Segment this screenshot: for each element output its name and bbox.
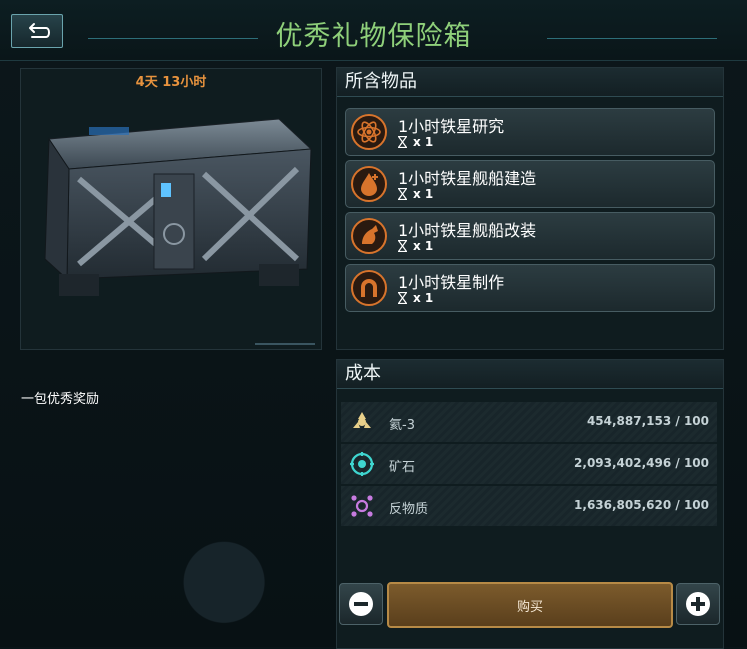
list-item[interactable]: 1小时铁星制作 x 1 bbox=[345, 264, 715, 312]
buy-button-label: 购买 bbox=[516, 599, 543, 615]
item-quantity: x 1 bbox=[398, 187, 433, 201]
antimatter-icon bbox=[351, 495, 373, 517]
cost-value: 454,887,153 / 100 bbox=[586, 414, 709, 428]
item-quantity: x 1 bbox=[398, 135, 433, 149]
decrease-quantity-button[interactable] bbox=[339, 583, 383, 625]
hourglass-icon bbox=[398, 188, 407, 200]
item-qty-text: x 1 bbox=[413, 291, 434, 305]
hourglass-icon bbox=[398, 136, 407, 148]
helium3-icon bbox=[353, 412, 371, 428]
item-quantity: x 1 bbox=[398, 291, 433, 305]
chest-preview-panel: 4天 13小时 bbox=[20, 68, 322, 350]
cost-value: 1,636,805,620 / 100 bbox=[574, 498, 709, 512]
ore-icon bbox=[350, 452, 374, 476]
item-quantity: x 1 bbox=[398, 239, 433, 253]
cost-title: 成本 bbox=[337, 360, 723, 389]
contained-items-panel: 所含物品 1小时铁星研究 x 1 1小时铁星舰船建造 x 1 1小时铁星舰船改装… bbox=[336, 67, 724, 350]
cost-row-helium3: 氦-3 454,887,153 / 100 bbox=[341, 402, 717, 442]
item-name: 1小时铁星研究 bbox=[398, 117, 505, 136]
cost-row-ore: 矿石 2,093,402,496 / 100 bbox=[341, 444, 717, 484]
cost-label: 反物质 bbox=[389, 502, 429, 517]
crafting-icon bbox=[351, 270, 387, 306]
item-qty-text: x 1 bbox=[413, 135, 434, 149]
ship-build-icon bbox=[351, 166, 387, 202]
reward-description: 一包优秀奖励 bbox=[21, 392, 100, 407]
cost-row-antimatter: 反物质 1,636,805,620 / 100 bbox=[341, 486, 717, 526]
panel-corner-deco bbox=[255, 335, 315, 345]
timer-label: 4天 13小时 bbox=[135, 75, 207, 90]
list-item[interactable]: 1小时铁星舰船改装 x 1 bbox=[345, 212, 715, 260]
item-qty-text: x 1 bbox=[413, 239, 434, 253]
item-qty-text: x 1 bbox=[413, 187, 434, 201]
title-bar: 优秀礼物保险箱 bbox=[0, 0, 747, 61]
item-name: 1小时铁星制作 bbox=[398, 273, 505, 292]
buy-button[interactable]: 购买 bbox=[387, 582, 673, 628]
cost-value: 2,093,402,496 / 100 bbox=[574, 456, 709, 470]
page-title: 优秀礼物保险箱 bbox=[275, 21, 472, 52]
hourglass-icon bbox=[398, 292, 407, 304]
chest-image bbox=[29, 99, 317, 313]
item-name: 1小时铁星舰船建造 bbox=[398, 169, 537, 188]
hourglass-icon bbox=[398, 240, 407, 252]
plus-icon bbox=[686, 592, 710, 616]
item-name: 1小时铁星舰船改装 bbox=[398, 221, 537, 240]
list-item[interactable]: 1小时铁星研究 x 1 bbox=[345, 108, 715, 156]
cost-label: 氦-3 bbox=[389, 418, 415, 433]
cost-label: 矿石 bbox=[389, 460, 416, 475]
research-atom-icon bbox=[351, 114, 387, 150]
minus-icon bbox=[349, 592, 373, 616]
contained-items-title: 所含物品 bbox=[337, 68, 723, 97]
ship-refit-icon bbox=[351, 218, 387, 254]
list-item[interactable]: 1小时铁星舰船建造 x 1 bbox=[345, 160, 715, 208]
increase-quantity-button[interactable] bbox=[676, 583, 720, 625]
